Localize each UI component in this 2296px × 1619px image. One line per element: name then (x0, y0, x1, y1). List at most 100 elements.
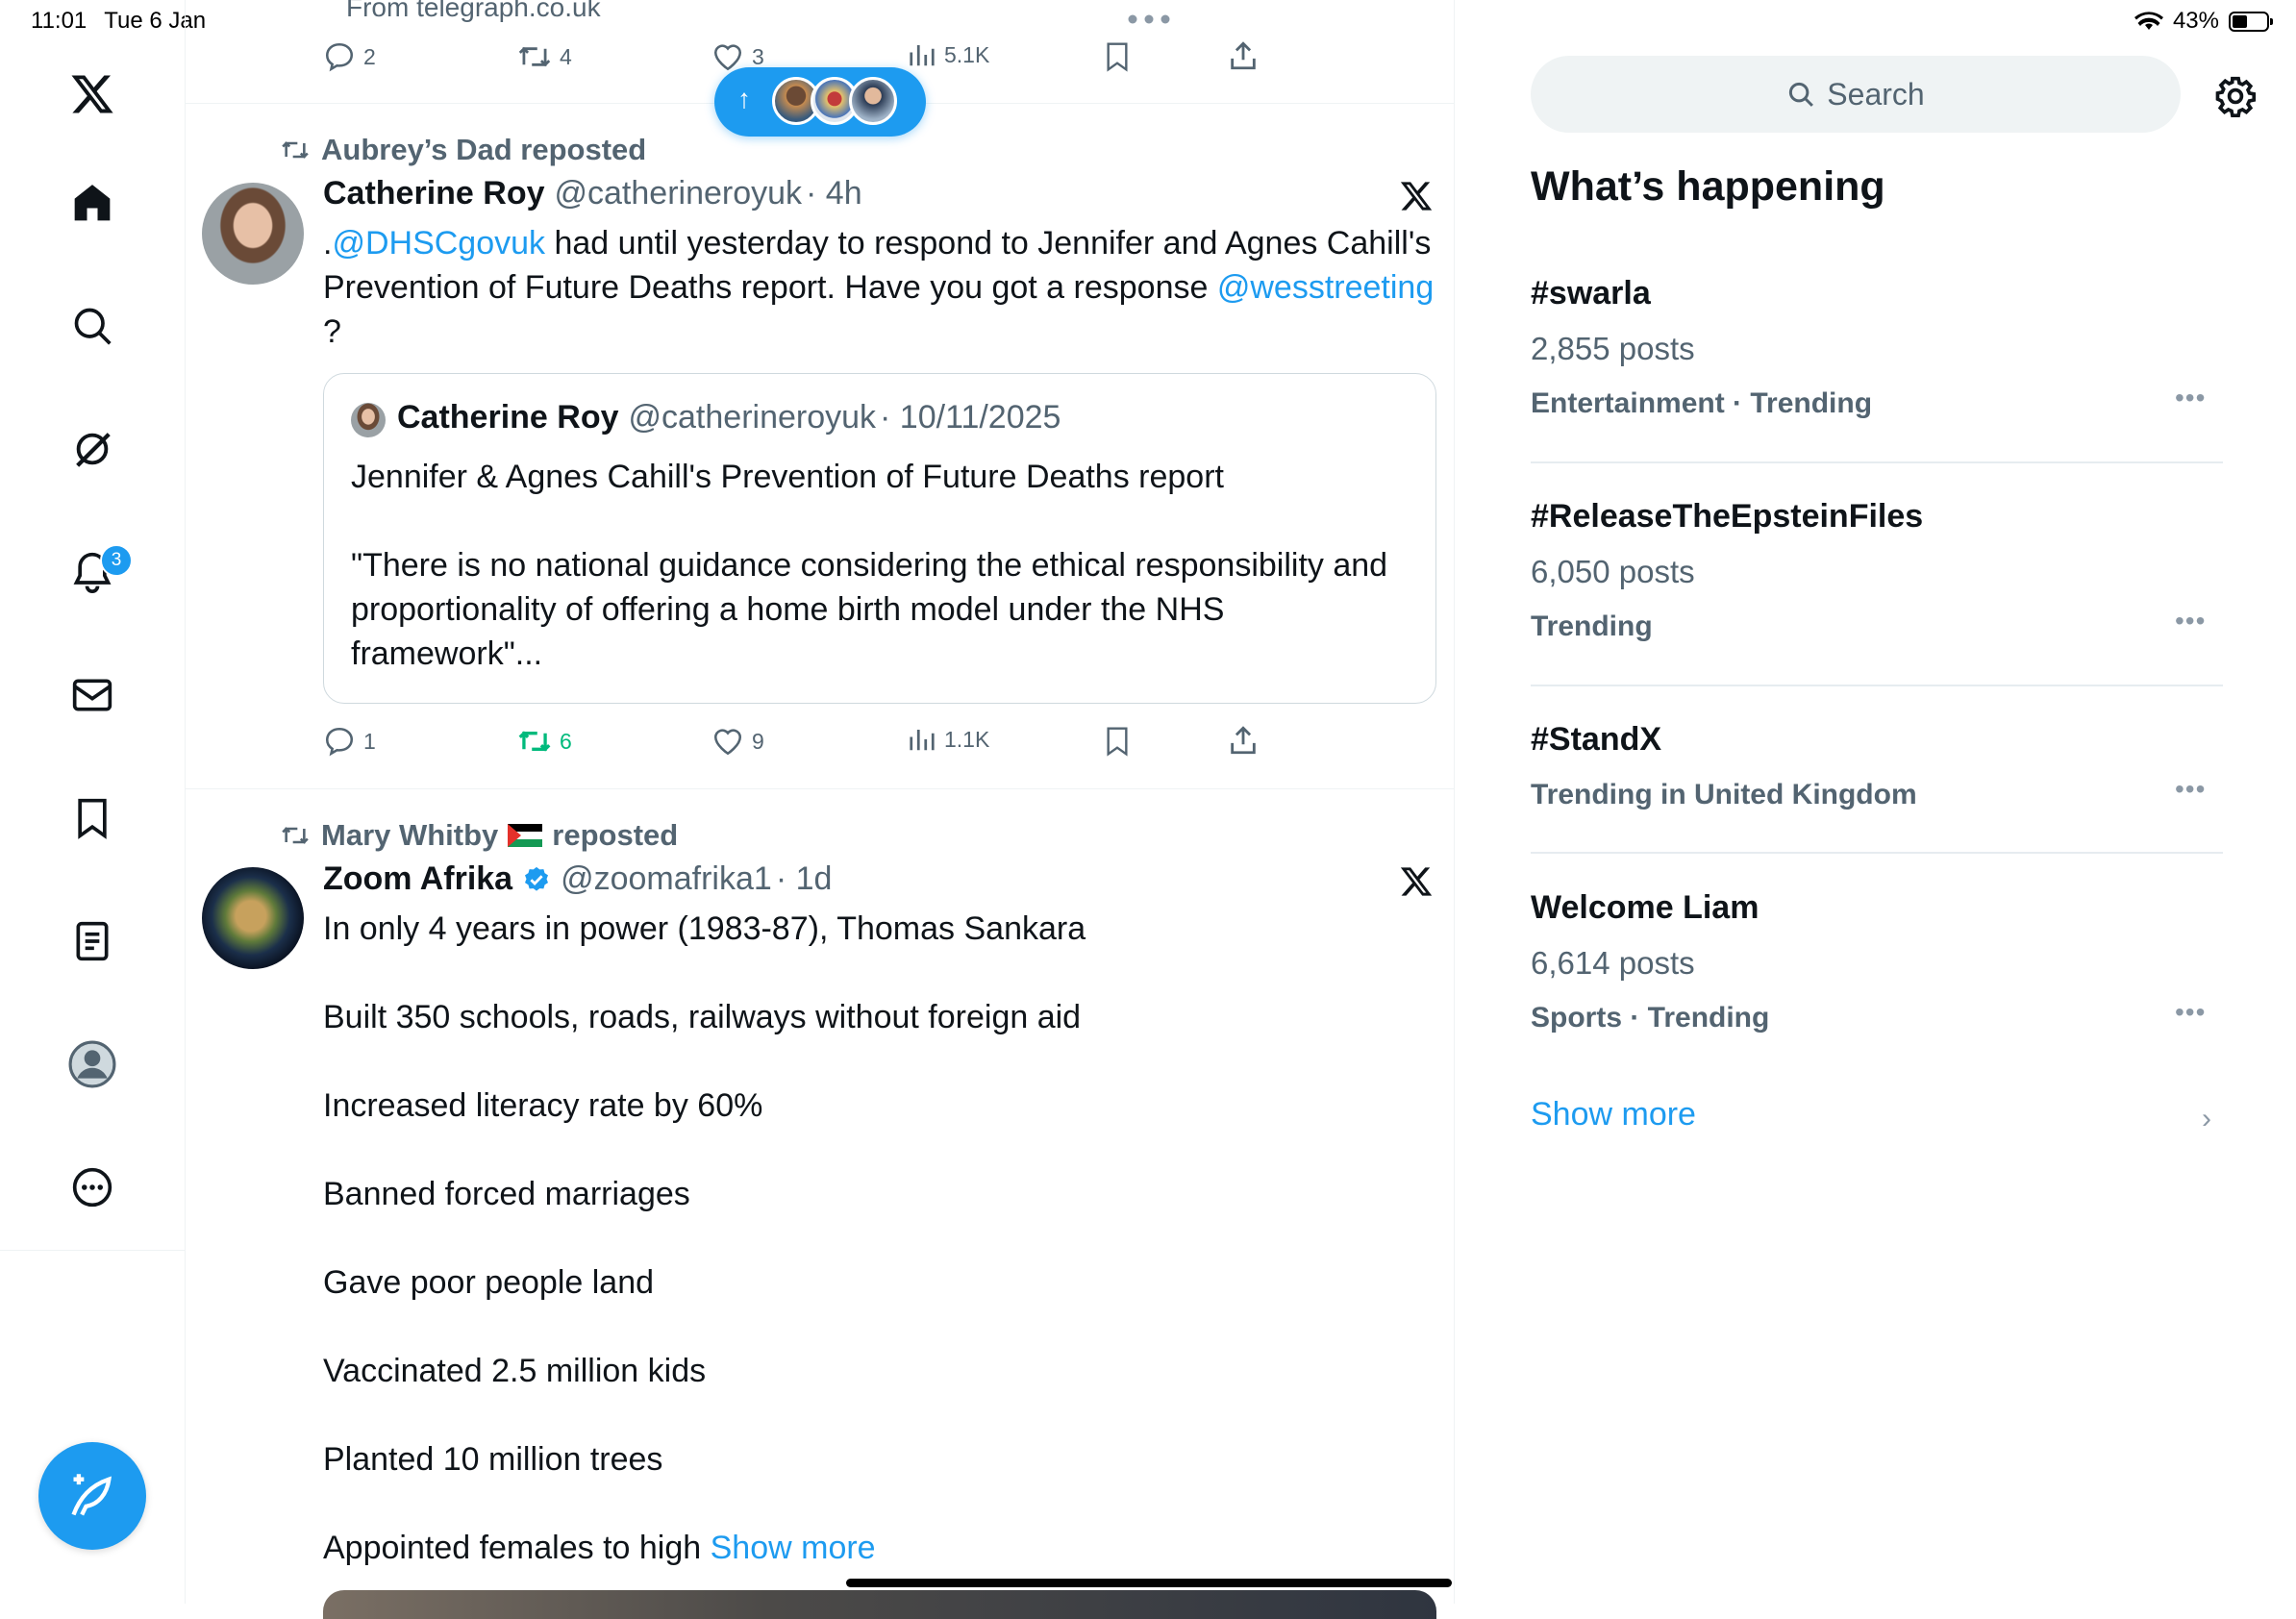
author-name[interactable]: Zoom Afrika (323, 860, 512, 898)
reposted-label: reposted (552, 818, 679, 852)
trend-more-icon[interactable]: ••• (2175, 774, 2206, 805)
reply-count: 1 (363, 728, 376, 754)
trend-tag[interactable]: Welcome Liam (1531, 889, 1759, 927)
battery-percent: 43% (2172, 8, 2219, 34)
share-button[interactable] (1227, 38, 1260, 73)
author-name[interactable]: Catherine Roy (323, 175, 545, 212)
like-button[interactable]: 9 (711, 725, 764, 758)
battery-icon (2229, 11, 2273, 32)
tweet-time[interactable]: · 1d (776, 860, 833, 898)
bookmark-button[interactable] (1102, 40, 1133, 73)
trend-category: Entertainment · Trending (1531, 387, 1873, 419)
trend-more-icon[interactable]: ••• (2175, 997, 2206, 1028)
views-button[interactable]: 5.1K (908, 40, 989, 69)
tweet-text-line: Banned forced marriages (323, 1176, 690, 1212)
status-bar-right: 43% (2134, 8, 2273, 35)
quote-author-avatar (351, 403, 386, 437)
bookmark-icon (1107, 727, 1128, 757)
lists-icon[interactable] (71, 920, 113, 962)
bookmark-button[interactable] (1102, 725, 1133, 758)
link-card-source[interactable]: From telegraph.co.uk (346, 0, 601, 23)
show-more-trends-link[interactable]: Show more (1531, 1096, 1696, 1133)
author-handle[interactable]: @catherineroyuk (555, 175, 803, 212)
heart-icon (713, 729, 742, 756)
tweet-text-part: ? (323, 313, 341, 350)
tweet-text-line: Gave poor people land (323, 1264, 655, 1301)
quote-author-handle: @catherineroyuk (628, 399, 877, 436)
repost-button[interactable]: 4 (517, 40, 572, 73)
repost-button[interactable]: 6 (517, 725, 572, 758)
trend-category: Trending (1531, 610, 1653, 642)
side-nav: 3 (0, 0, 186, 1604)
x-logo-icon[interactable] (69, 71, 115, 117)
author-handle[interactable]: @zoomafrika1 (561, 860, 772, 898)
reposted-by-label: Aubrey’s Dad reposted (321, 133, 647, 166)
repost-context: Mary Whitby reposted (279, 818, 678, 853)
mention-link[interactable]: @DHSCgovuk (332, 225, 545, 262)
trend-count: 6,050 posts (1531, 554, 1695, 589)
quote-text-line1: Jennifer & Agnes Cahill's Prevention of … (351, 459, 1224, 495)
tweet-header: Catherine Roy @catherineroyuk · 4h (323, 175, 862, 212)
battery-level (2233, 14, 2247, 28)
tweet-divider (185, 788, 1454, 789)
share-button[interactable] (1227, 723, 1260, 758)
repost-icon (518, 46, 551, 67)
trend-category: Trending in United Kingdom (1531, 779, 1917, 810)
tweet-more-icon[interactable] (1127, 13, 1171, 25)
search-icon[interactable] (71, 305, 113, 347)
wifi-icon (2134, 12, 2163, 30)
tweet-text-line: Built 350 schools, roads, railways witho… (323, 999, 1082, 1035)
author-avatar[interactable] (202, 183, 304, 285)
trend-tag[interactable]: #ReleaseTheEpsteinFiles (1531, 498, 1923, 536)
tweet-header: Zoom Afrika @zoomafrika1 · 1d (323, 860, 832, 898)
palestine-flag-icon (508, 824, 543, 847)
tweet-text-line: Appointed females to high (323, 1530, 702, 1566)
home-icon[interactable] (71, 182, 113, 224)
reply-button[interactable]: 1 (323, 725, 376, 758)
reply-button[interactable]: 2 (323, 40, 376, 73)
views-button[interactable]: 1.1K (908, 725, 989, 754)
quote-author-name: Catherine Roy (397, 399, 619, 436)
trend-more-icon[interactable]: ••• (2175, 383, 2206, 413)
trend-tag[interactable]: #StandX (1531, 721, 1661, 759)
tweet-text-line: Planted 10 million trees (323, 1441, 663, 1478)
messages-mail-icon[interactable] (71, 674, 113, 716)
reposted-by-name: Mary Whitby (321, 818, 499, 852)
repost-count: 4 (560, 43, 572, 69)
profile-avatar-icon[interactable] (68, 1040, 116, 1088)
like-count: 3 (752, 43, 764, 69)
tweet-media[interactable] (323, 1590, 1436, 1619)
quoted-tweet[interactable]: Catherine Roy @catherineroyuk · 10/11/20… (323, 373, 1436, 704)
grok-x-icon[interactable] (1399, 179, 1434, 213)
more-options-icon[interactable] (71, 1166, 113, 1208)
tweet-text-line: Increased literacy rate by 60% (323, 1087, 763, 1124)
compose-post-button[interactable] (38, 1442, 146, 1550)
quote-date: · 10/11/2025 (880, 399, 1061, 436)
share-icon (1231, 41, 1256, 70)
views-chart-icon (910, 45, 935, 66)
trend-divider (1531, 685, 2223, 686)
tweet-time[interactable]: · 4h (806, 175, 862, 212)
quote-text-line2: "There is no national guidance consideri… (351, 547, 1388, 672)
grok-x-icon[interactable] (1399, 864, 1434, 899)
repost-icon (282, 827, 309, 844)
chevron-right-icon[interactable]: › (2202, 1103, 2211, 1135)
view-count: 5.1K (944, 41, 990, 67)
bookmarks-icon[interactable] (71, 797, 113, 839)
reply-count: 2 (363, 43, 376, 69)
trend-tag[interactable]: #swarla (1531, 275, 1651, 312)
grok-icon[interactable] (70, 427, 114, 471)
show-more-link[interactable]: Show more (711, 1530, 876, 1566)
views-chart-icon (910, 730, 935, 751)
new-posts-pill[interactable]: ↑ (714, 67, 926, 137)
like-count: 9 (752, 728, 764, 754)
settings-gear-icon[interactable] (2214, 75, 2257, 117)
mention-link[interactable]: @wesstreeting (1217, 269, 1434, 306)
author-avatar[interactable] (202, 867, 304, 969)
search-bar[interactable]: Search (1531, 56, 2181, 133)
trend-more-icon[interactable]: ••• (2175, 606, 2206, 636)
compose-feather-icon (71, 1474, 112, 1516)
arrow-up-icon: ↑ (737, 84, 751, 113)
reply-icon (325, 42, 354, 72)
repost-context: Aubrey’s Dad reposted (279, 133, 646, 167)
